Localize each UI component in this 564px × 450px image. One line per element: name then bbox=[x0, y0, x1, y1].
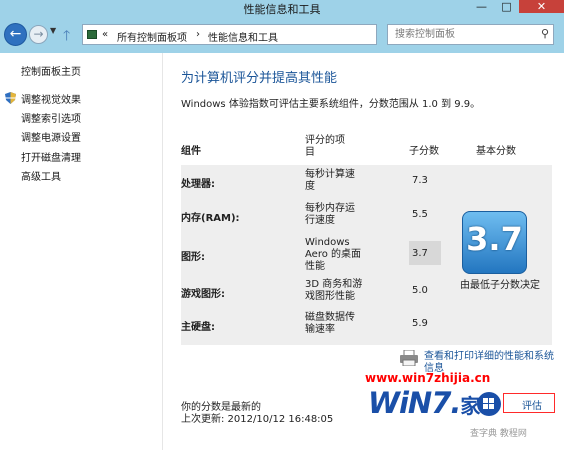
sidebar: 控制面板主页 调整视觉效果 调整索引选项 调整电源设置 打开磁盘清理 高级工具 bbox=[0, 53, 163, 450]
address-segment-performance[interactable]: 性能信息和工具 bbox=[208, 29, 278, 44]
sidebar-item-indexing[interactable]: 调整索引选项 bbox=[21, 110, 81, 125]
base-score-value: 3.7 bbox=[466, 220, 523, 258]
watermark-url: www.win7zhijia.cn bbox=[365, 371, 491, 385]
row-description: 磁盘数据传 输速率 bbox=[305, 312, 355, 335]
address-bar[interactable]: « 所有控制面板项 › 性能信息和工具 ▾ ↻ bbox=[82, 24, 454, 45]
back-button[interactable]: ← bbox=[4, 23, 27, 46]
watermark-logo-text: WiN7. bbox=[368, 386, 461, 420]
up-button[interactable]: 🡑 bbox=[63, 25, 70, 49]
row-component-label: 图形: bbox=[181, 252, 205, 263]
chevron-down-icon: ▼ bbox=[50, 26, 57, 35]
row-component-label: 内存(RAM): bbox=[181, 213, 240, 224]
search-icon[interactable]: ⚲ bbox=[541, 27, 549, 40]
recent-pages-button[interactable]: ▼ bbox=[50, 26, 56, 35]
row-description: Windows Aero 的桌面 性能 bbox=[305, 237, 362, 272]
header-subscore: 子分数 bbox=[409, 146, 439, 157]
row-subscore: 5.5 bbox=[412, 209, 428, 220]
maximize-button[interactable]: □ bbox=[494, 0, 519, 13]
row-component-label: 处理器: bbox=[181, 179, 215, 190]
address-segment-all-items[interactable]: 所有控制面板项 bbox=[117, 29, 187, 44]
header-base-score: 基本分数 bbox=[476, 146, 516, 157]
sidebar-item-disk-cleanup[interactable]: 打开磁盘清理 bbox=[21, 149, 81, 164]
row-description: 每秒内存运 行速度 bbox=[305, 203, 355, 226]
address-overflow[interactable]: « bbox=[102, 29, 108, 40]
page-title: 为计算机评分并提高其性能 bbox=[181, 71, 338, 86]
watermark-logo: WiN7.家 bbox=[368, 386, 480, 420]
search-box: ⚲ bbox=[387, 24, 554, 45]
sidebar-item-visual-effects[interactable]: 调整视觉效果 bbox=[21, 91, 81, 106]
arrow-left-icon: ← bbox=[9, 26, 22, 42]
sidebar-home-link[interactable]: 控制面板主页 bbox=[21, 63, 81, 78]
arrow-right-icon: → bbox=[33, 27, 44, 41]
shield-icon bbox=[5, 92, 16, 104]
minimize-button[interactable]: — bbox=[469, 0, 494, 13]
row-subscore: 3.7 bbox=[412, 248, 428, 259]
row-component-label: 游戏图形: bbox=[181, 289, 225, 300]
forward-button[interactable]: → bbox=[29, 25, 48, 44]
row-subscore: 7.3 bbox=[412, 175, 428, 186]
search-input[interactable] bbox=[388, 25, 534, 44]
title-bar: 性能信息和工具 — □ ✕ bbox=[0, 0, 564, 17]
row-description: 3D 商务和游 戏图形性能 bbox=[305, 279, 363, 302]
row-component-label: 主硬盘: bbox=[181, 322, 215, 333]
sidebar-item-advanced-tools[interactable]: 高级工具 bbox=[21, 168, 61, 183]
control-panel-icon bbox=[87, 30, 97, 39]
rerun-label: 评估 bbox=[522, 401, 542, 412]
sidebar-item-power[interactable]: 调整电源设置 bbox=[21, 129, 81, 144]
last-update-text: 上次更新: 2012/10/12 16:48:05 bbox=[181, 414, 334, 425]
printer-icon bbox=[400, 350, 418, 366]
table-header: 组件 评分的项 目 子分数 基本分数 bbox=[181, 131, 552, 165]
header-rated-item: 评分的项 目 bbox=[305, 135, 345, 158]
rerun-assessment-button[interactable]: 评估 bbox=[503, 393, 555, 413]
watermark-bottom-text: 查字典 教程网 bbox=[470, 429, 527, 439]
page-description: Windows 体验指数可评估主要系统组件，分数范围从 1.0 到 9.9。 bbox=[181, 99, 481, 110]
arrow-up-icon: 🡑 bbox=[63, 28, 71, 44]
row-description: 每秒计算速 度 bbox=[305, 169, 355, 192]
navigation-bar: ← → ▼ 🡑 « 所有控制面板项 › 性能信息和工具 ▾ ↻ ⚲ bbox=[0, 17, 564, 53]
close-button[interactable]: ✕ bbox=[519, 0, 564, 13]
row-subscore: 5.9 bbox=[412, 318, 428, 329]
base-score-badge: 3.7 bbox=[462, 211, 527, 274]
windows-flag-icon bbox=[477, 392, 501, 416]
header-component: 组件 bbox=[181, 146, 201, 157]
base-score-caption: 由最低子分数决定 bbox=[460, 280, 540, 291]
row-subscore: 5.0 bbox=[412, 285, 428, 296]
address-separator[interactable]: › bbox=[196, 29, 200, 40]
